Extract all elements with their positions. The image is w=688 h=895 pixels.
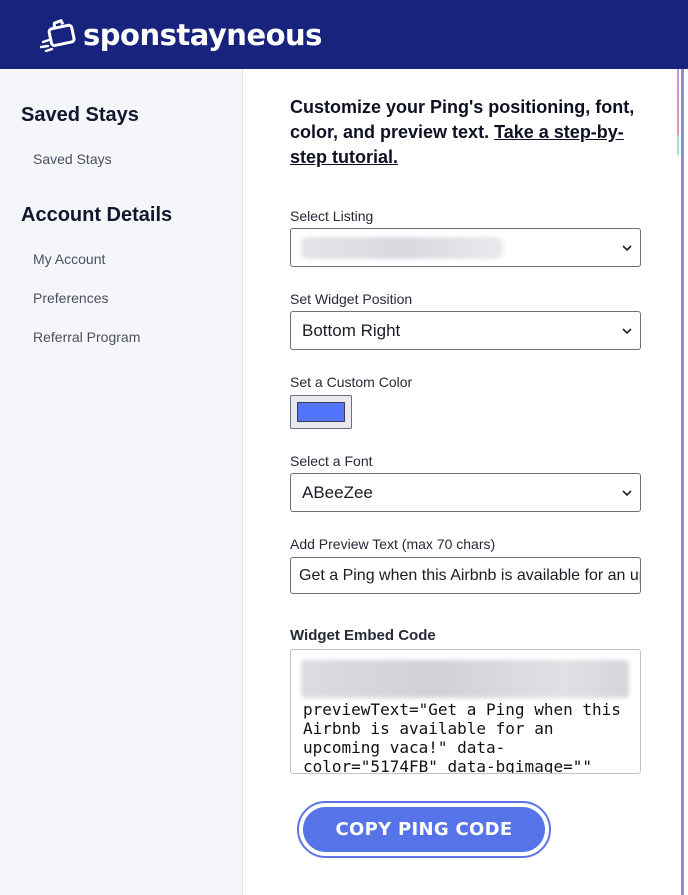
color-swatch <box>297 402 345 422</box>
brand-logo[interactable]: sponstayneous <box>40 18 322 52</box>
sidebar-item-my-account[interactable]: My Account <box>33 251 105 267</box>
intro-text: Customize your Ping's positioning, font,… <box>290 95 635 170</box>
position-select[interactable]: Bottom Right <box>290 311 641 350</box>
font-value: ABeeZee <box>302 482 373 502</box>
sidebar-heading-saved-stays: Saved Stays <box>21 104 139 126</box>
color-picker[interactable] <box>290 395 352 429</box>
widget-settings-panel: Customize your Ping's positioning, font,… <box>243 69 688 895</box>
sidebar: Saved Stays Saved Stays Account Details … <box>0 69 243 895</box>
scroll-accent-teal <box>677 135 679 155</box>
chevron-down-icon <box>622 328 632 335</box>
scrollbar[interactable] <box>681 69 684 895</box>
embed-code-text: previewText="Get a Ping when this Airbnb… <box>303 700 621 774</box>
embed-code-label: Widget Embed Code <box>290 627 436 644</box>
brand-name: sponstayneous <box>83 17 322 52</box>
top-bar: sponstayneous <box>0 0 688 69</box>
scroll-accent <box>677 69 679 135</box>
sidebar-item-saved-stays[interactable]: Saved Stays <box>33 151 112 167</box>
font-label: Select a Font <box>290 453 373 469</box>
listing-label: Select Listing <box>290 208 374 224</box>
redacted-code <box>301 660 629 698</box>
sidebar-item-referral-program[interactable]: Referral Program <box>33 329 140 345</box>
embed-code-textarea[interactable]: previewText="Get a Ping when this Airbnb… <box>290 649 641 774</box>
font-select[interactable]: ABeeZee <box>290 473 641 512</box>
copy-ping-code-button[interactable]: COPY PING CODE <box>303 807 545 852</box>
position-label: Set Widget Position <box>290 291 413 307</box>
color-label: Set a Custom Color <box>290 374 413 390</box>
luggage-logo-icon <box>40 18 76 52</box>
position-value: Bottom Right <box>302 320 401 340</box>
preview-text-label: Add Preview Text (max 70 chars) <box>290 536 496 552</box>
preview-text-input[interactable]: Get a Ping when this Airbnb is available… <box>290 557 641 594</box>
sidebar-heading-account-details: Account Details <box>21 204 173 226</box>
chevron-down-icon <box>622 245 632 252</box>
copy-button-ring: COPY PING CODE <box>297 801 551 858</box>
redacted-listing-name <box>301 237 503 259</box>
sidebar-item-preferences[interactable]: Preferences <box>33 290 108 306</box>
chevron-down-icon <box>622 490 632 497</box>
listing-select[interactable] <box>290 228 641 267</box>
